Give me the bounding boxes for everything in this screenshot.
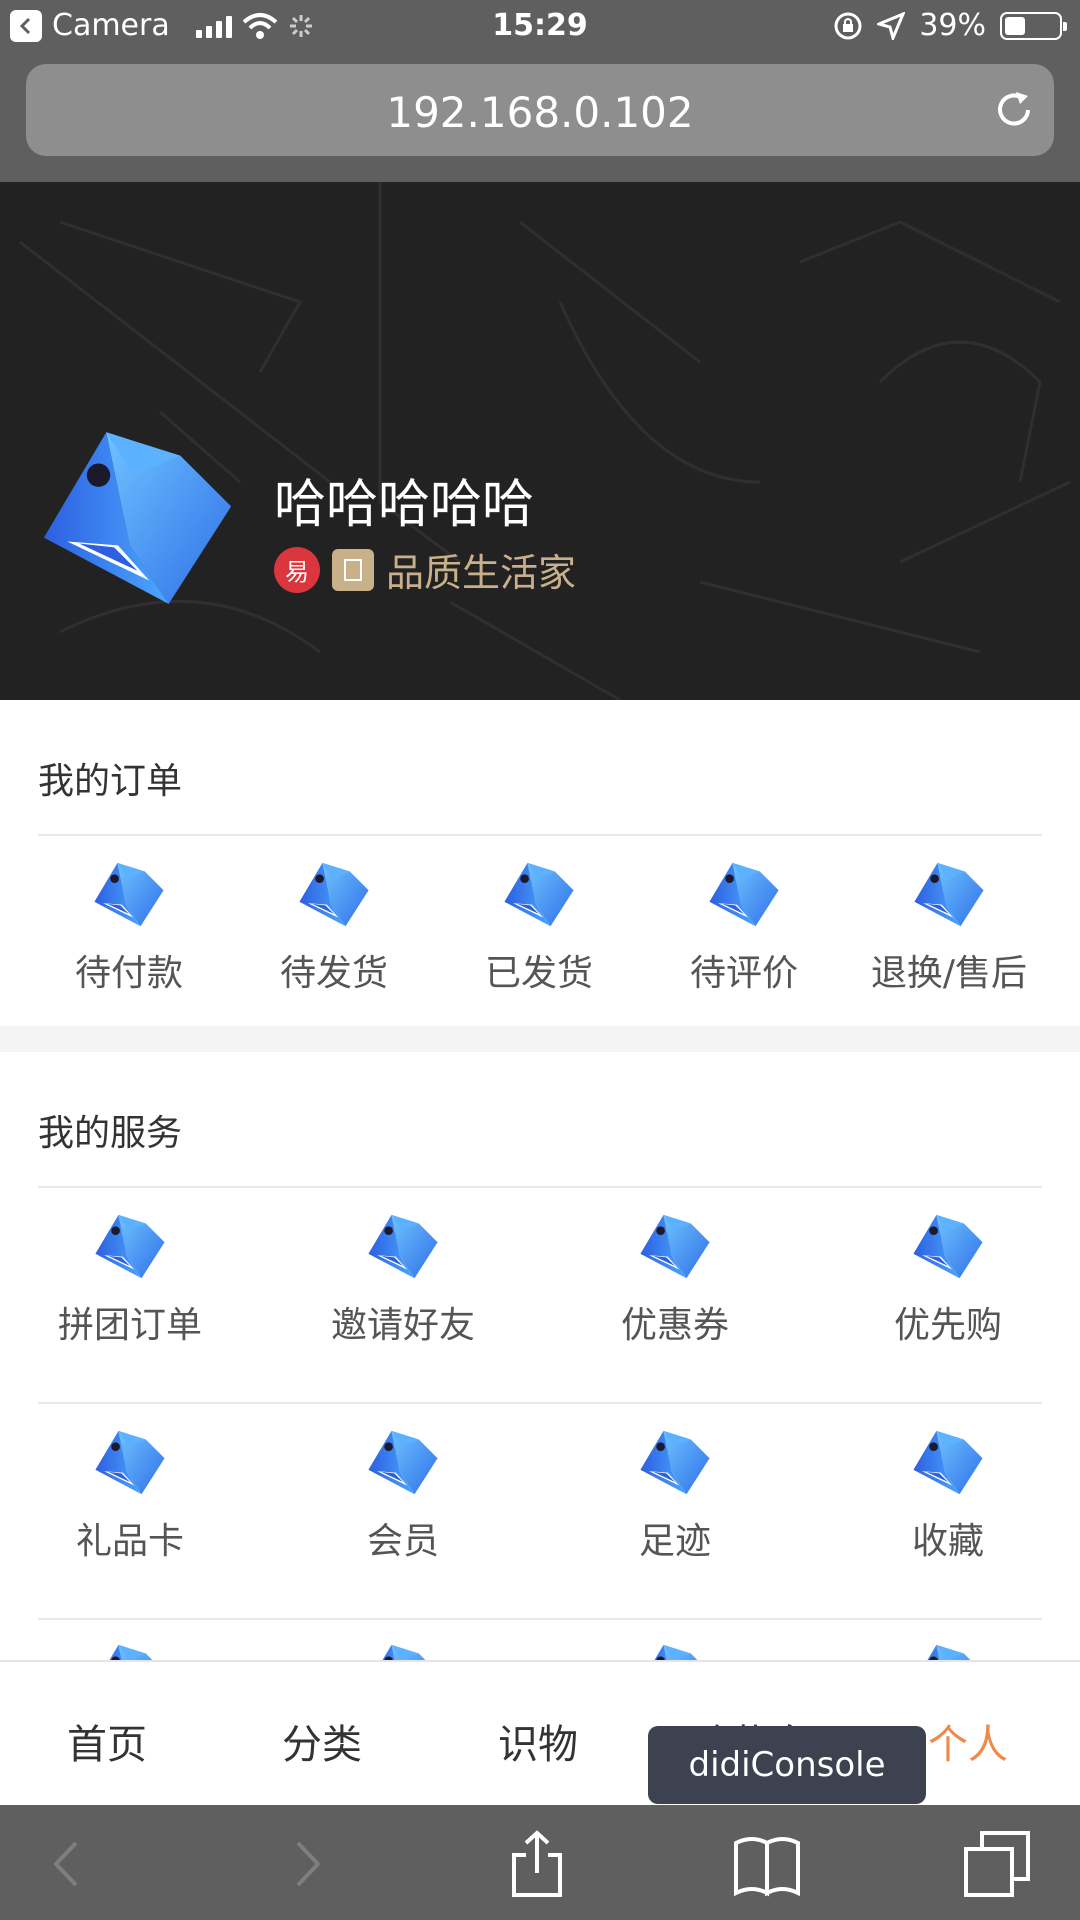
gift-card-icon xyxy=(94,1428,166,1500)
tabs-icon[interactable] xyxy=(962,1829,1032,1899)
service-item-coupons[interactable]: 优惠券 xyxy=(575,1212,775,1348)
coupons-icon xyxy=(639,1212,711,1284)
url-text[interactable]: 192.168.0.102 xyxy=(26,88,1054,137)
order-item-pending-payment[interactable]: 待付款 xyxy=(29,860,229,996)
username: 哈哈哈哈哈 xyxy=(274,475,535,535)
profile-banner: 哈哈哈哈哈 易 品质生活家 xyxy=(0,182,1080,700)
service-item-label: 优惠券 xyxy=(620,1305,729,1346)
order-item-label: 待发货 xyxy=(279,953,388,994)
service-icon-partial xyxy=(639,1642,711,1660)
order-item-label: 待评价 xyxy=(689,953,798,994)
priority-purchase-icon xyxy=(912,1212,984,1284)
service-item-footprints[interactable]: 足迹 xyxy=(575,1428,775,1564)
user-badges: 易 品质生活家 xyxy=(274,542,576,597)
service-item-label: 会员 xyxy=(366,1521,439,1562)
service-item-label: 收藏 xyxy=(911,1521,984,1562)
service-item-membership[interactable]: 会员 xyxy=(303,1428,503,1564)
tab-home[interactable]: 首页 xyxy=(7,1712,207,1770)
level-text: 品质生活家 xyxy=(386,551,577,595)
services-row-divider xyxy=(38,1402,1042,1404)
service-item-group-orders[interactable]: 拼团订单 xyxy=(30,1212,230,1348)
order-item-label: 已发货 xyxy=(484,953,593,994)
status-bar: Camera 15:29 39% xyxy=(0,0,1080,56)
tab-discover[interactable]: 识物 xyxy=(438,1712,638,1770)
bookmarks-icon[interactable] xyxy=(732,1829,802,1899)
user-avatar[interactable] xyxy=(40,422,235,622)
footprints-icon xyxy=(639,1428,711,1500)
order-item-label: 待付款 xyxy=(74,953,183,994)
reload-icon[interactable] xyxy=(992,88,1036,132)
service-item-favorites[interactable]: 收藏 xyxy=(848,1428,1048,1564)
returns-icon xyxy=(913,860,985,932)
pending-payment-icon xyxy=(93,860,165,932)
section-gap xyxy=(0,1026,1080,1052)
services-divider xyxy=(38,1186,1042,1188)
orders-title: 我的订单 xyxy=(38,761,183,802)
orders-section: 我的订单 待付款 待发货 已发货 待评价 退换/售后 xyxy=(0,700,1080,1026)
service-item-label: 礼品卡 xyxy=(75,1521,184,1562)
location-arrow-icon xyxy=(877,11,906,40)
membership-icon xyxy=(367,1428,439,1500)
service-item-priority-purchase[interactable]: 优先购 xyxy=(848,1212,1048,1348)
order-item-shipped[interactable]: 已发货 xyxy=(439,860,639,996)
order-item-pending-review[interactable]: 待评价 xyxy=(644,860,844,996)
browser-back-icon[interactable] xyxy=(32,1829,102,1899)
service-item-invite-friends[interactable]: 邀请好友 xyxy=(303,1212,503,1348)
battery-icon xyxy=(1000,11,1067,40)
services-row-divider xyxy=(38,1618,1042,1620)
orders-divider xyxy=(38,834,1042,836)
service-item-label: 足迹 xyxy=(638,1521,711,1562)
service-item-gift-card[interactable]: 礼品卡 xyxy=(30,1428,230,1564)
service-item-label: 优先购 xyxy=(893,1305,1002,1346)
address-bar[interactable]: 192.168.0.102 xyxy=(26,64,1054,156)
order-item-pending-shipment[interactable]: 待发货 xyxy=(234,860,434,996)
pending-review-icon xyxy=(708,860,780,932)
didi-console-button[interactable]: didiConsole xyxy=(648,1726,926,1804)
share-icon[interactable] xyxy=(502,1829,572,1899)
invite-friends-icon xyxy=(367,1212,439,1284)
member-badge-icon: 易 xyxy=(274,546,320,593)
group-orders-icon xyxy=(94,1212,166,1284)
battery-percent: 39% xyxy=(919,8,986,43)
favorites-icon xyxy=(912,1428,984,1500)
order-item-label: 退换/售后 xyxy=(870,953,1028,994)
pending-shipment-icon xyxy=(298,860,370,932)
service-item-label: 邀请好友 xyxy=(330,1305,475,1346)
level-badge-icon xyxy=(332,548,374,591)
member-badge-text: 易 xyxy=(285,558,309,586)
service-item-label: 拼团订单 xyxy=(57,1305,202,1346)
service-icon-partial xyxy=(367,1642,439,1660)
service-icon-partial xyxy=(912,1642,984,1660)
browser-address-area: 192.168.0.102 xyxy=(0,56,1080,182)
browser-toolbar xyxy=(0,1805,1080,1920)
services-title: 我的服务 xyxy=(38,1113,183,1154)
order-item-returns[interactable]: 退换/售后 xyxy=(849,860,1049,996)
shipped-icon xyxy=(503,860,575,932)
orientation-lock-icon xyxy=(834,12,862,39)
tab-category[interactable]: 分类 xyxy=(222,1712,422,1770)
status-right: 39% xyxy=(833,8,1067,43)
service-icon-partial xyxy=(94,1642,166,1660)
browser-forward-icon[interactable] xyxy=(272,1829,342,1899)
services-section: 我的服务 拼团订单 邀请好友 优惠券 优先购 礼品卡 会员 足迹 收藏 xyxy=(0,1052,1080,1660)
